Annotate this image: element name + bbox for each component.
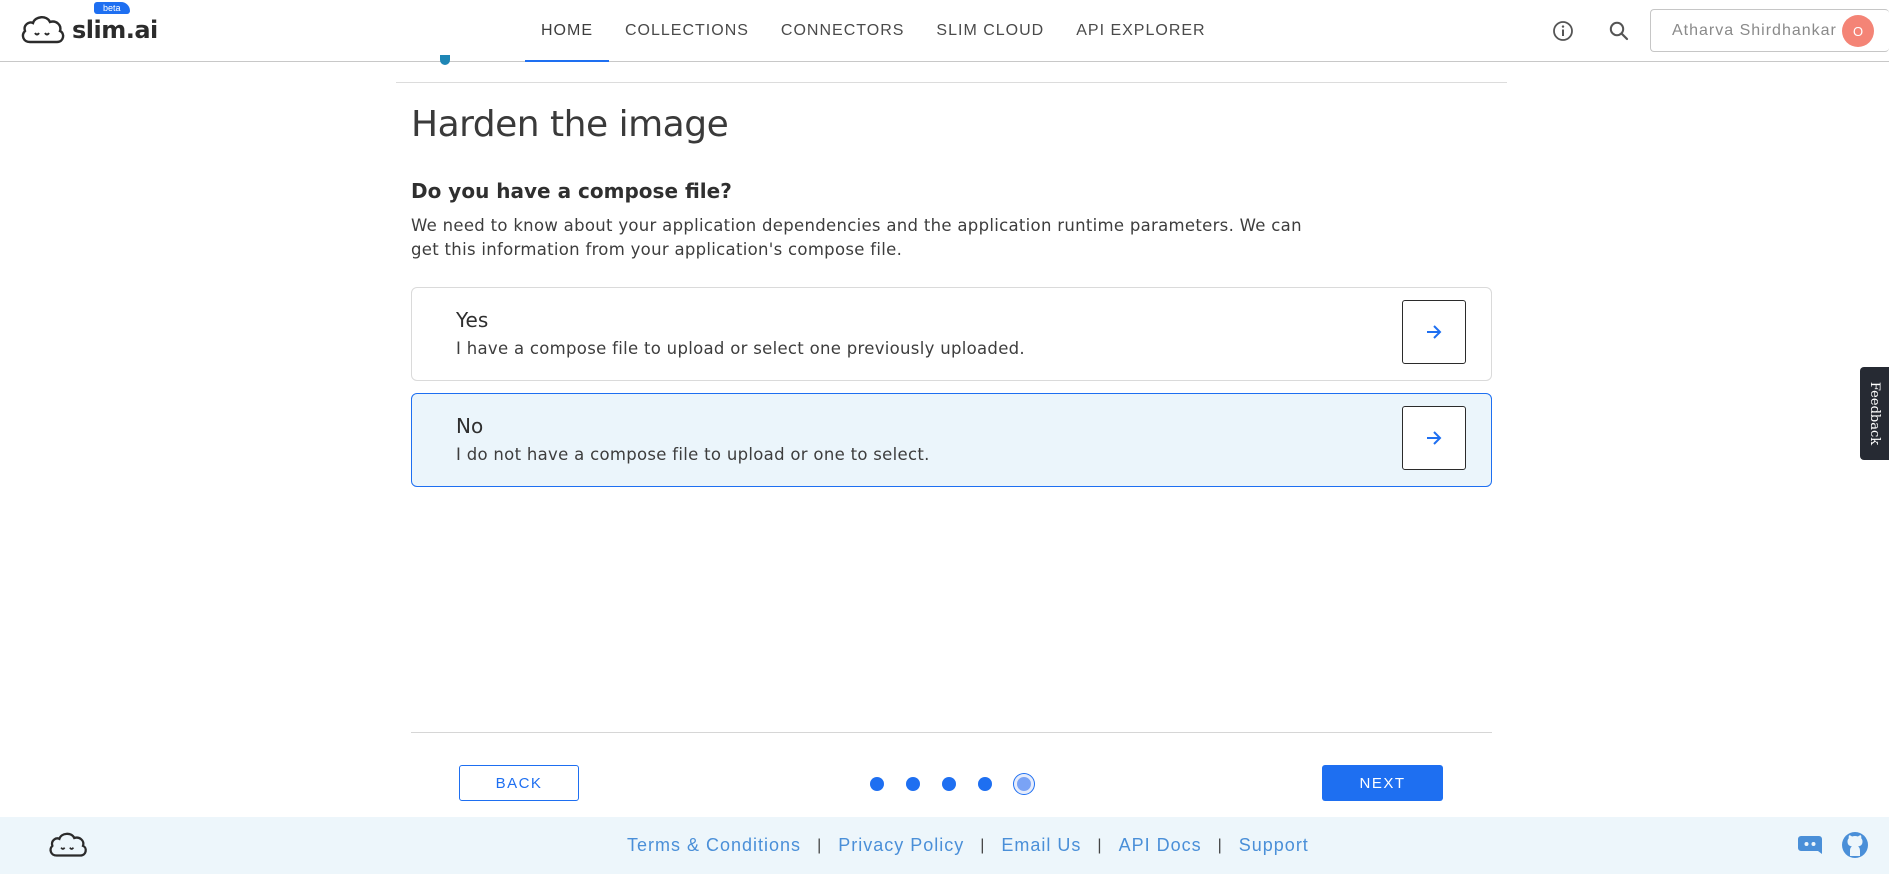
cloud-logo-icon [21,16,65,44]
option-description: I do not have a compose file to upload o… [456,445,930,464]
question-heading: Do you have a compose file? [411,179,732,203]
arrow-right-icon [1427,431,1442,445]
feedback-tab[interactable]: Feedback [1860,367,1889,460]
main-nav: HOME COLLECTIONS CONNECTORS SLIM CLOUD A… [525,0,1222,62]
arrow-right-icon [1427,325,1442,339]
separator: | [817,836,823,854]
separator: | [1217,836,1223,854]
option-description: I have a compose file to upload or selec… [456,339,1025,358]
nav-collections[interactable]: COLLECTIONS [609,0,765,62]
footer-link-email[interactable]: Email Us [1001,835,1081,856]
divider [396,82,1507,83]
step-dot [870,777,884,791]
step-dot [978,777,992,791]
back-button[interactable]: BACK [459,765,579,801]
search-icon[interactable] [1606,18,1632,44]
footer-link-api-docs[interactable]: API Docs [1119,835,1202,856]
nav-api-explorer[interactable]: API EXPLORER [1060,0,1221,62]
footer-cloud-logo-icon[interactable] [48,829,90,865]
nav-home[interactable]: HOME [525,0,609,62]
nav-connectors[interactable]: CONNECTORS [765,0,921,62]
step-dots [870,774,1034,794]
divider [411,732,1492,733]
user-name: Atharva Shirdhankar [1672,21,1837,39]
beta-badge: beta [94,2,130,14]
question-description: We need to know about your application d… [411,216,1302,259]
footer-link-privacy[interactable]: Privacy Policy [838,835,964,856]
nav-slim-cloud[interactable]: SLIM CLOUD [920,0,1060,62]
option-yes-arrow-button[interactable] [1402,300,1466,364]
logo-text: slim.ai [72,16,158,44]
option-title: No [456,414,484,438]
option-no-arrow-button[interactable] [1402,406,1466,470]
info-icon[interactable] [1550,18,1576,44]
separator: | [980,836,986,854]
footer-link-support[interactable]: Support [1239,835,1309,856]
top-navbar: slim.ai beta HOME COLLECTIONS CONNECTORS… [0,0,1889,62]
feedback-label: Feedback [1867,381,1882,446]
footer: Terms & Conditions | Privacy Policy | Em… [0,817,1889,874]
user-menu[interactable]: Atharva Shirdhankar O [1650,9,1889,52]
option-yes[interactable]: Yes I have a compose file to upload or s… [411,287,1492,381]
page-title: Harden the image [411,104,729,145]
slim-logo[interactable]: slim.ai [20,12,158,48]
avatar: O [1842,15,1874,47]
option-title: Yes [456,308,489,332]
option-no[interactable]: No I do not have a compose file to uploa… [411,393,1492,487]
step-dot [906,777,920,791]
footer-link-terms[interactable]: Terms & Conditions [627,835,801,856]
discord-icon[interactable] [1795,830,1825,860]
step-dot [942,777,956,791]
next-button[interactable]: NEXT [1322,765,1443,801]
step-indicator-fragment [440,55,450,65]
footer-links: Terms & Conditions | Privacy Policy | Em… [627,817,1309,874]
step-dot-current [1014,774,1034,794]
separator: | [1097,836,1103,854]
github-icon[interactable] [1840,830,1870,860]
